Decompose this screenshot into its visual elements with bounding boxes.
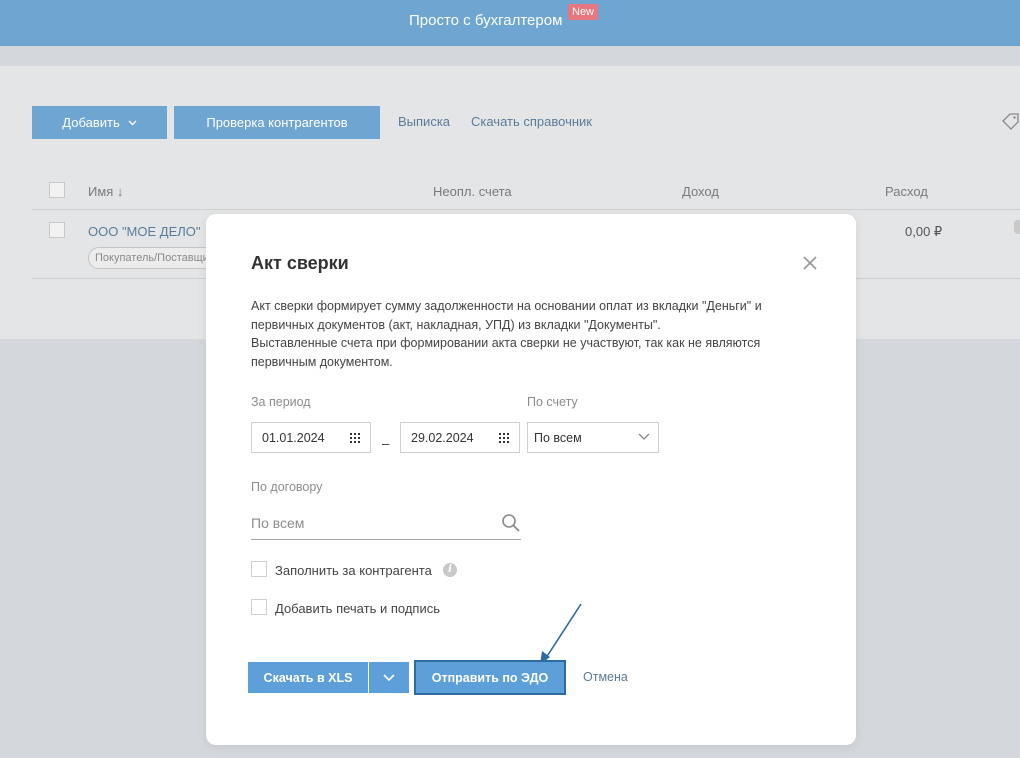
column-header-name[interactable]: Имя ↓ bbox=[88, 184, 123, 199]
date-from-input[interactable]: 01.01.2024 bbox=[251, 422, 371, 453]
close-icon[interactable] bbox=[802, 255, 818, 271]
counterparty-type-tag: Покупатель/Поставщик bbox=[88, 247, 218, 269]
cancel-link[interactable]: Отмена bbox=[583, 670, 628, 684]
date-range-separator: – bbox=[382, 436, 390, 451]
contract-placeholder: По всем bbox=[251, 515, 305, 531]
download-format-dropdown-button[interactable] bbox=[369, 662, 409, 693]
date-to-value: 29.02.2024 bbox=[411, 431, 474, 445]
modal-title: Акт сверки bbox=[251, 253, 349, 273]
new-badge: New bbox=[568, 4, 599, 20]
add-stamp-signature-checkbox[interactable] bbox=[251, 599, 267, 615]
banner-title[interactable]: Просто с бухгалтером bbox=[409, 12, 562, 29]
counterparty-name-link[interactable]: ООО "МОЕ ДЕЛО" bbox=[88, 224, 201, 239]
send-edo-button[interactable]: Отправить по ЭДО bbox=[414, 660, 566, 695]
column-header-expense[interactable]: Расход bbox=[885, 184, 928, 199]
add-button-label: Добавить bbox=[62, 115, 120, 130]
row-action-icon[interactable] bbox=[1014, 220, 1020, 234]
row-expense-value: 0,00 ₽ bbox=[905, 224, 943, 239]
annotation-arrow-icon bbox=[540, 603, 582, 665]
reconciliation-act-modal: Акт сверки Акт сверки формирует сумму за… bbox=[206, 214, 856, 745]
download-reference-link[interactable]: Скачать справочник bbox=[471, 114, 592, 129]
select-all-checkbox[interactable] bbox=[49, 182, 65, 198]
search-icon[interactable] bbox=[501, 513, 521, 533]
info-icon[interactable]: i bbox=[443, 563, 457, 577]
account-select-value: По всем bbox=[534, 431, 582, 445]
tag-icon[interactable] bbox=[1000, 112, 1020, 132]
top-banner: Просто с бухгалтером New bbox=[0, 0, 1020, 46]
account-label: По счету bbox=[527, 395, 578, 409]
calendar-icon[interactable] bbox=[350, 433, 360, 443]
account-select[interactable]: По всем bbox=[527, 422, 659, 453]
chevron-down-icon bbox=[638, 433, 650, 440]
add-dropdown-button[interactable]: Добавить bbox=[32, 106, 167, 139]
contract-search-input[interactable]: По всем bbox=[251, 509, 521, 540]
contract-label: По договору bbox=[251, 480, 323, 494]
add-stamp-signature-label[interactable]: Добавить печать и подпись bbox=[275, 601, 440, 616]
date-to-input[interactable]: 29.02.2024 bbox=[400, 422, 520, 453]
date-from-value: 01.01.2024 bbox=[262, 431, 325, 445]
modal-description: Акт сверки формирует сумму задолженности… bbox=[251, 297, 811, 371]
calendar-icon[interactable] bbox=[499, 433, 509, 443]
chevron-down-icon bbox=[383, 673, 395, 681]
statement-link[interactable]: Выписка bbox=[398, 114, 450, 129]
row-checkbox[interactable] bbox=[49, 222, 65, 238]
column-header-unpaid[interactable]: Неопл. счета bbox=[433, 184, 512, 199]
download-xls-button[interactable]: Скачать в XLS bbox=[248, 662, 368, 693]
fill-for-counterparty-label[interactable]: Заполнить за контрагента bbox=[275, 563, 432, 578]
header-divider bbox=[32, 209, 1020, 210]
fill-for-counterparty-checkbox[interactable] bbox=[251, 561, 267, 577]
description-paragraph-2: Выставленные счета при формировании акта… bbox=[251, 336, 761, 369]
description-paragraph-1: Акт сверки формирует сумму задолженности… bbox=[251, 299, 762, 332]
chevron-down-icon bbox=[128, 120, 137, 125]
check-counterparties-button[interactable]: Проверка контрагентов bbox=[174, 106, 380, 139]
column-header-income[interactable]: Доход bbox=[682, 184, 719, 199]
period-label: За период bbox=[251, 395, 311, 409]
